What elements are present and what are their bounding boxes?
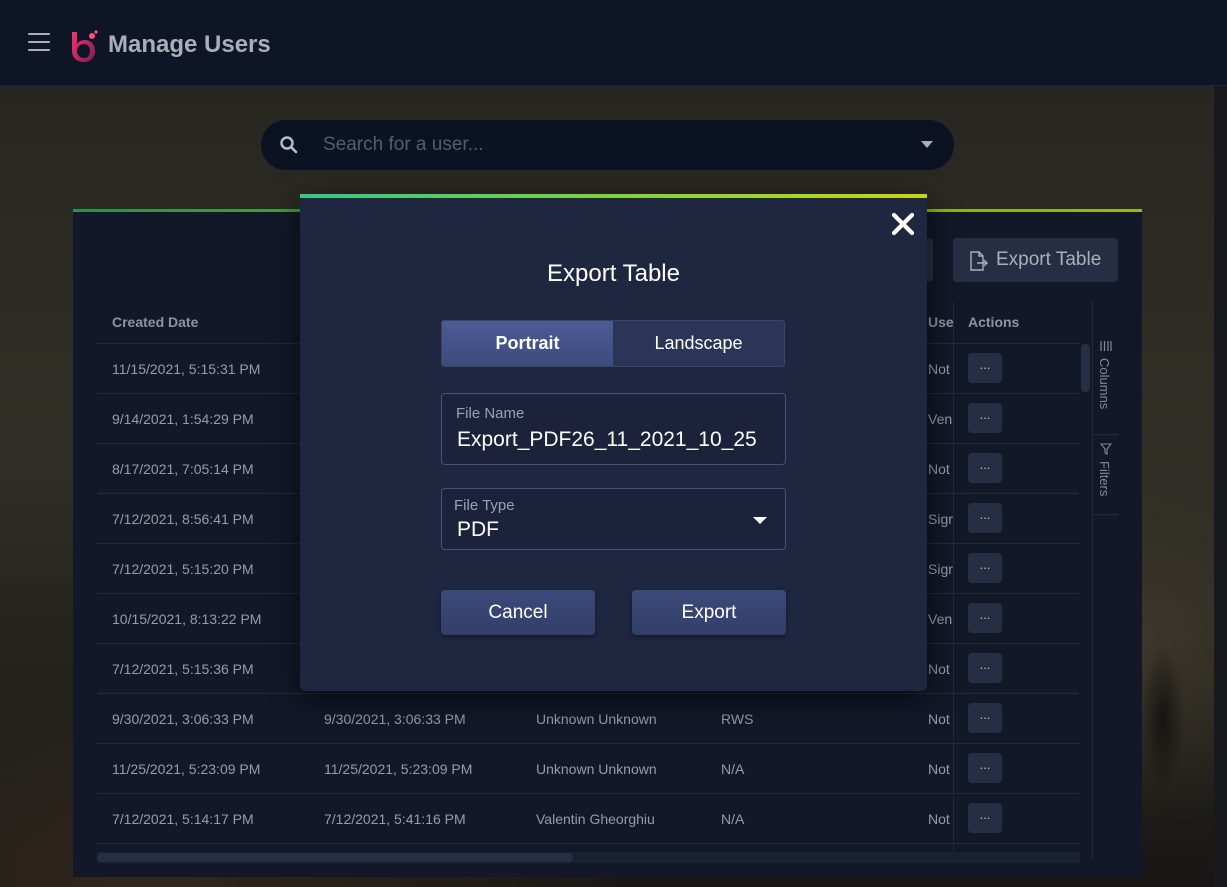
- dialog-title: Export Table: [547, 260, 680, 287]
- file-name-label: File Name: [456, 405, 525, 422]
- landscape-option[interactable]: Landscape: [613, 321, 784, 366]
- chevron-down-icon[interactable]: [753, 517, 767, 524]
- file-type-label: File Type: [454, 497, 515, 514]
- export-button[interactable]: Export: [632, 590, 786, 635]
- export-table-dialog: Export Table Portrait Landscape File Nam…: [300, 194, 927, 691]
- file-name-input[interactable]: Export_PDF26_11_2021_10_25: [457, 428, 757, 452]
- portrait-option[interactable]: Portrait: [442, 321, 613, 366]
- file-type-select[interactable]: File Type PDF: [441, 488, 786, 550]
- app-header: Manage Users: [0, 0, 1227, 86]
- orientation-toggle: Portrait Landscape: [441, 320, 785, 367]
- file-type-value[interactable]: PDF: [457, 518, 499, 542]
- cancel-button[interactable]: Cancel: [441, 590, 595, 635]
- close-icon[interactable]: [890, 211, 916, 237]
- page-title: Manage Users: [108, 31, 271, 58]
- logo-icon: [72, 30, 98, 62]
- file-name-field[interactable]: File Name Export_PDF26_11_2021_10_25: [441, 393, 786, 465]
- hamburger-icon[interactable]: [28, 33, 50, 51]
